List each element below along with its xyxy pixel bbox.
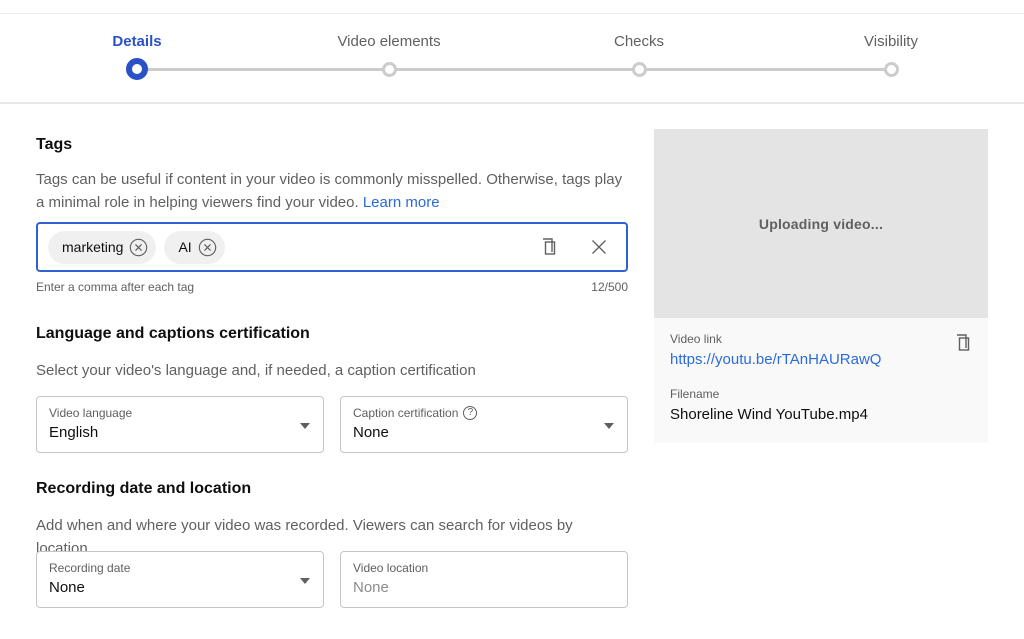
tags-char-count: 12/500 (591, 280, 628, 294)
video-link-url[interactable]: https://youtu.be/rTAnHAURawQ (670, 351, 881, 368)
stepper-connector-line (137, 68, 891, 71)
chevron-down-icon (300, 423, 310, 429)
tag-chip: marketing (48, 231, 156, 264)
video-location-field[interactable]: Video location None (340, 551, 628, 608)
filename-value: Shoreline Wind YouTube.mp4 (670, 406, 972, 423)
remove-tag-icon[interactable] (198, 238, 217, 257)
language-section-heading: Language and captions certification (36, 325, 310, 343)
tag-box-actions (538, 236, 610, 258)
tab-checks-label: Checks (614, 33, 664, 50)
copy-link-icon[interactable] (952, 332, 974, 354)
video-info-panel: Video link https://youtu.be/rTAnHAURawQ … (654, 318, 988, 443)
tag-chip: AI (164, 231, 224, 264)
learn-more-link[interactable]: Learn more (363, 194, 440, 211)
video-location-value: None (353, 579, 591, 596)
tags-helper-text: Enter a comma after each tag (36, 280, 194, 294)
tab-visibility[interactable]: Visibility (801, 33, 981, 77)
tag-chip-label: AI (178, 239, 191, 255)
help-icon[interactable]: ? (463, 406, 477, 420)
tags-input[interactable]: marketing AI (36, 222, 628, 272)
tab-details-label: Details (112, 33, 161, 50)
tags-description-text: Tags can be useful if content in your vi… (36, 171, 622, 211)
language-section-description: Select your video's language and, if nee… (36, 359, 628, 382)
remove-tag-icon[interactable] (129, 238, 148, 257)
tags-heading: Tags (36, 136, 72, 154)
tab-video-elements-label: Video elements (337, 33, 440, 50)
tab-video-elements[interactable]: Video elements (299, 33, 479, 77)
tab-checks-dot[interactable] (632, 62, 647, 77)
tab-details[interactable]: Details (47, 33, 227, 80)
video-link-label: Video link (670, 332, 972, 346)
recording-section-heading: Recording date and location (36, 480, 251, 498)
caption-certification-dropdown[interactable]: Caption certification ? None (340, 396, 628, 453)
copy-tags-icon[interactable] (538, 236, 560, 258)
tags-helper-row: Enter a comma after each tag 12/500 (36, 280, 628, 294)
video-location-label: Video location (353, 561, 591, 575)
uploading-status-text: Uploading video... (759, 216, 883, 232)
recording-date-value: None (49, 579, 287, 596)
filename-label: Filename (670, 387, 972, 401)
video-preview-area: Uploading video... (654, 129, 988, 318)
video-preview-card: Uploading video... Video link https://yo… (654, 129, 988, 443)
tag-chip-label: marketing (62, 239, 123, 255)
chevron-down-icon (604, 423, 614, 429)
tab-visibility-label: Visibility (864, 33, 918, 50)
recording-date-dropdown[interactable]: Recording date None (36, 551, 324, 608)
upload-stepper: Details Video elements Checks Visibility (0, 0, 1024, 102)
chevron-down-icon (300, 578, 310, 584)
video-language-dropdown[interactable]: Video language English (36, 396, 324, 453)
clear-tags-icon[interactable] (588, 236, 610, 258)
caption-certification-label: Caption certification (353, 406, 458, 420)
tab-details-dot[interactable] (126, 58, 148, 80)
tags-description: Tags can be useful if content in your vi… (36, 168, 628, 214)
tab-checks[interactable]: Checks (549, 33, 729, 77)
tab-video-elements-dot[interactable] (382, 62, 397, 77)
stepper-divider (0, 102, 1024, 104)
tag-chip-list: marketing AI (48, 231, 538, 264)
caption-certification-value: None (353, 424, 591, 441)
video-language-value: English (49, 424, 287, 441)
recording-date-label: Recording date (49, 561, 287, 575)
video-language-label: Video language (49, 406, 287, 420)
tab-visibility-dot[interactable] (884, 62, 899, 77)
